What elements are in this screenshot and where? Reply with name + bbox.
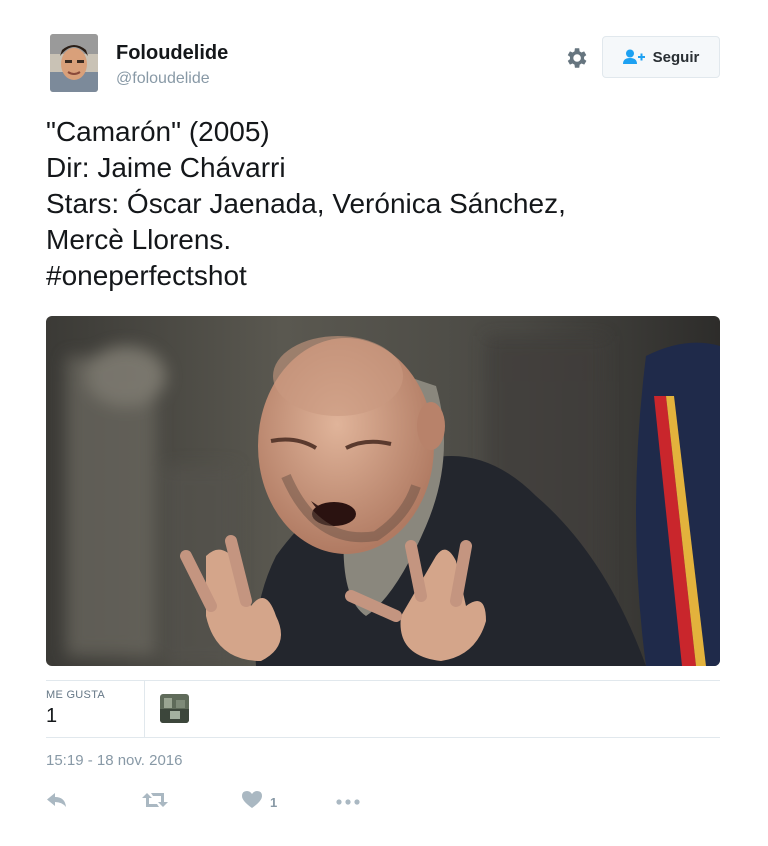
tweet-text-line: "Camarón" (2005) [46, 116, 270, 147]
author-handle[interactable]: @foloudelide [116, 70, 210, 88]
hashtag-link[interactable]: #oneperfectshot [46, 258, 726, 294]
tweet-actions: 1 [46, 788, 720, 816]
more-button[interactable] [336, 788, 360, 816]
avatar-photo [50, 34, 98, 92]
tweet-card: Foloudelide @foloudelide Seguir "Camarón… [0, 0, 768, 846]
liker-avatar[interactable] [160, 694, 189, 723]
likes-count[interactable]: 1 [46, 705, 57, 728]
stats-divider [144, 681, 145, 737]
author-avatar[interactable] [50, 34, 98, 92]
retweet-button[interactable] [142, 788, 168, 816]
tweet-text-line: Dir: Jaime Chávarri [46, 152, 286, 183]
author-display-name[interactable]: Foloudelide [116, 42, 228, 65]
likes-label: ME GUSTA [46, 689, 106, 701]
reply-icon [46, 791, 68, 814]
tweet-stats: ME GUSTA 1 [46, 680, 720, 738]
tweet-text-line: Mercè Llorens. [46, 224, 232, 255]
retweet-icon [142, 791, 168, 814]
reply-button[interactable] [46, 788, 68, 816]
photo-illustration [46, 316, 720, 666]
add-user-icon [622, 49, 645, 65]
like-button[interactable]: 1 [242, 788, 277, 816]
tweet-photo[interactable] [46, 316, 720, 666]
tweet-timestamp[interactable]: 15:19 - 18 nov. 2016 [46, 752, 183, 769]
like-count: 1 [270, 794, 278, 810]
follow-button[interactable]: Seguir [602, 36, 720, 78]
gear-icon[interactable] [563, 45, 589, 71]
tweet-text-line: Stars: Óscar Jaenada, Verónica Sánchez, [46, 188, 566, 219]
tweet-text: "Camarón" (2005) Dir: Jaime Chávarri Sta… [46, 114, 726, 294]
follow-button-label: Seguir [652, 48, 700, 66]
heart-icon [242, 790, 262, 814]
more-icon [336, 793, 360, 811]
